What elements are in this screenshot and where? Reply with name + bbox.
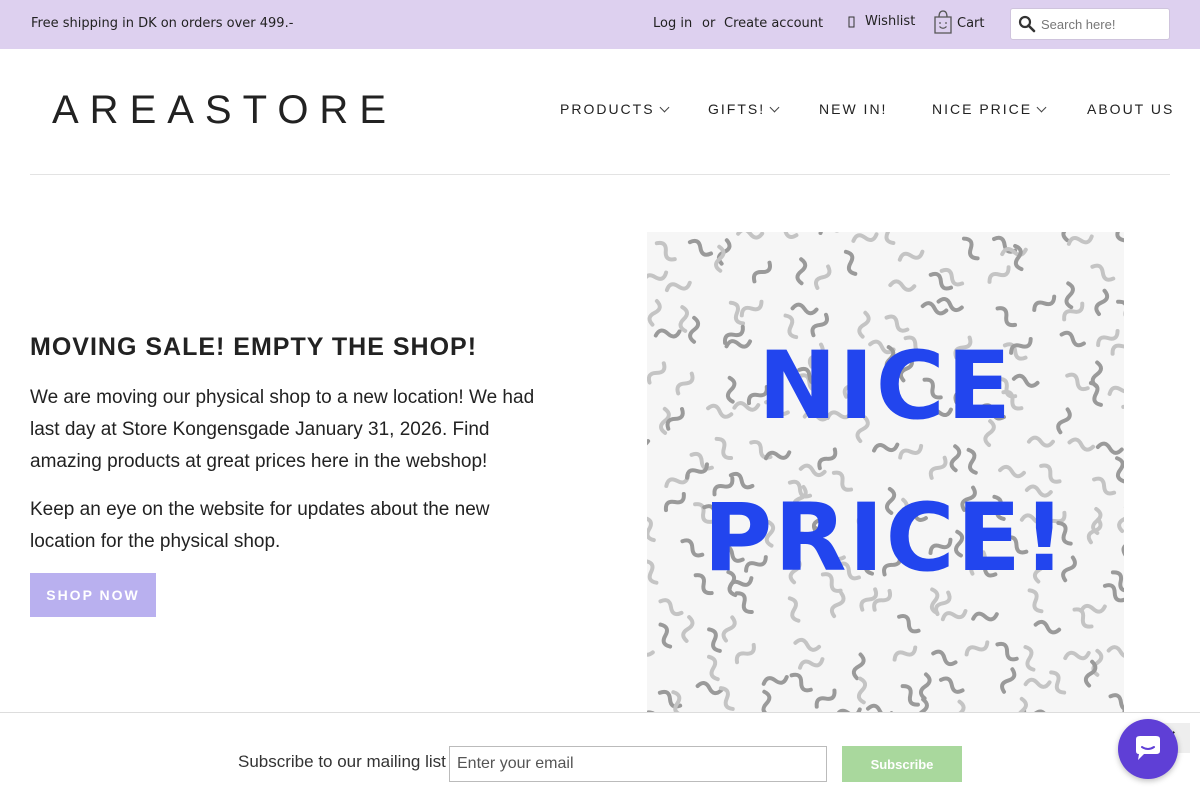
nav-nice-price[interactable]: NICE PRICE — [932, 101, 1047, 117]
newsletter-bar: Subscribe to our mailing list Subscribe — [0, 712, 1200, 800]
nav-gifts-label: GIFTS! — [708, 101, 766, 117]
squiggle-pattern — [647, 232, 1124, 712]
chevron-down-icon — [1036, 102, 1047, 113]
create-account-link[interactable]: Create account — [724, 16, 823, 31]
nav-about-us-label: ABOUT US — [1087, 101, 1175, 117]
email-field[interactable] — [449, 746, 827, 782]
bag-icon[interactable] — [932, 9, 954, 35]
subscribe-button[interactable]: Subscribe — [842, 746, 962, 782]
nav-new-in-label: NEW IN! — [819, 101, 888, 117]
chevron-down-icon — [659, 102, 670, 113]
hero-image-text-line-2: PRICE! — [703, 484, 1068, 593]
shop-now-button[interactable]: SHOP NOW — [30, 573, 156, 617]
search-box[interactable] — [1010, 8, 1170, 40]
search-icon[interactable] — [1018, 15, 1036, 33]
hero-paragraph-1: We are moving our physical shop to a new… — [30, 387, 535, 472]
search-input[interactable] — [1041, 13, 1165, 35]
chevron-down-icon — [769, 102, 780, 113]
login-link[interactable]: Log in — [653, 16, 692, 31]
store-logo[interactable]: AREASTORE — [52, 88, 397, 133]
or-text: or — [702, 16, 716, 31]
announcement-bar: Free shipping in DK on orders over 499.-… — [0, 0, 1200, 49]
hero-title: MOVING SALE! EMPTY THE SHOP! — [30, 333, 478, 361]
nav-new-in[interactable]: NEW IN! — [819, 101, 887, 117]
chat-button[interactable] — [1118, 719, 1178, 779]
nav-products-label: PRODUCTS — [560, 101, 655, 117]
header-divider — [30, 174, 1170, 175]
nav-products[interactable]: PRODUCTS — [560, 101, 670, 117]
nav-nice-price-label: NICE PRICE — [932, 101, 1033, 117]
shipping-promo-text: Free shipping in DK on orders over 499.- — [31, 16, 294, 31]
hero-paragraph-2: Keep an eye on the website for updates a… — [30, 499, 490, 552]
newsletter-label: Subscribe to our mailing list — [238, 752, 446, 771]
hero-image-text-line-1: NICE — [758, 332, 1013, 441]
hero-image[interactable]: NICE PRICE! — [647, 232, 1124, 712]
chat-icon — [1136, 736, 1160, 760]
heart-icon — [848, 16, 855, 28]
wishlist-link[interactable]: Wishlist — [865, 14, 915, 29]
cart-link[interactable]: Cart — [957, 16, 985, 31]
nav-gifts[interactable]: GIFTS! — [708, 101, 780, 117]
nav-about-us[interactable]: ABOUT US — [1087, 101, 1174, 117]
